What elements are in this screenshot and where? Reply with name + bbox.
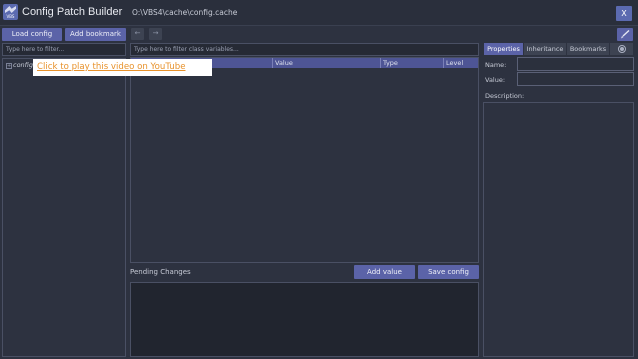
tree-node-config[interactable]: config bbox=[13, 61, 33, 69]
name-label: Name: bbox=[485, 61, 507, 69]
column-header-level[interactable]: Level bbox=[444, 58, 478, 68]
variables-table[interactable]: Name Value Type Level bbox=[130, 57, 479, 263]
class-variables-filter-input[interactable]: Type here to filter class variables... bbox=[130, 43, 479, 56]
file-path: O:\VBS4\cache\config.cache bbox=[132, 8, 238, 17]
description-panel bbox=[483, 102, 634, 357]
add-value-button[interactable]: Add value bbox=[354, 265, 415, 279]
expand-toggle-icon[interactable]: + bbox=[6, 63, 12, 69]
logo-mark-icon bbox=[5, 6, 16, 13]
app-title: Config Patch Builder bbox=[22, 6, 123, 18]
tab-properties[interactable]: Properties bbox=[484, 43, 523, 55]
tab-extra[interactable] bbox=[610, 43, 633, 55]
app-logo: VBS bbox=[3, 4, 18, 20]
youtube-play-link[interactable]: Click to play this video on YouTube bbox=[33, 59, 212, 76]
tab-bookmarks[interactable]: Bookmarks bbox=[567, 43, 609, 55]
class-tree[interactable]: + config bbox=[2, 58, 126, 357]
logo-text: VBS bbox=[6, 14, 15, 19]
description-label: Description: bbox=[485, 92, 525, 100]
load-config-button[interactable]: Load config bbox=[2, 28, 62, 41]
brush-icon bbox=[621, 30, 630, 39]
tree-filter-input[interactable]: Type here to filter... bbox=[2, 43, 126, 56]
value-field[interactable] bbox=[517, 72, 634, 86]
column-header-type[interactable]: Type bbox=[381, 58, 444, 68]
brush-button[interactable] bbox=[617, 28, 633, 41]
back-button[interactable]: ← bbox=[131, 28, 144, 40]
column-header-value[interactable]: Value bbox=[273, 58, 381, 68]
pending-changes-label: Pending Changes bbox=[130, 268, 191, 276]
pending-changes-list[interactable] bbox=[130, 282, 479, 357]
forward-button[interactable]: → bbox=[149, 28, 162, 40]
target-icon-dot bbox=[620, 47, 624, 51]
save-config-button[interactable]: Save config bbox=[418, 265, 479, 279]
close-button[interactable]: X bbox=[616, 6, 632, 21]
add-bookmark-button[interactable]: Add bookmark bbox=[65, 28, 126, 41]
name-field[interactable] bbox=[517, 57, 634, 71]
tab-inheritance[interactable]: Inheritance bbox=[524, 43, 566, 55]
value-label: Value: bbox=[485, 76, 506, 84]
